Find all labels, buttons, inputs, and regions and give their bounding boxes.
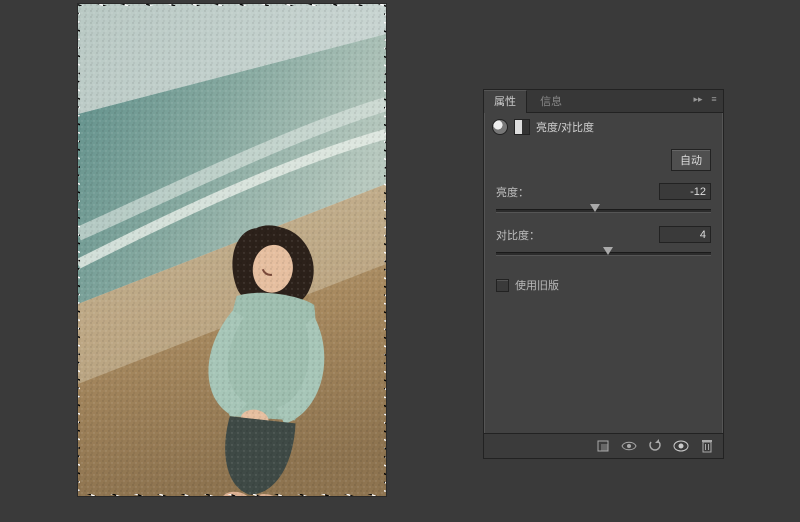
workspace: 属性 信息 ▸▸ ≡ 亮度/对比度 自动 亮度：: [0, 0, 800, 522]
tab-info[interactable]: 信息: [530, 91, 572, 113]
brightness-icon: [492, 119, 508, 135]
properties-panel: 属性 信息 ▸▸ ≡ 亮度/对比度 自动 亮度：: [483, 89, 724, 459]
contrast-value-input[interactable]: [659, 226, 711, 243]
adjustment-header: 亮度/对比度: [484, 113, 723, 141]
reset-icon[interactable]: [647, 438, 663, 454]
panel-collapse-icon[interactable]: ▸▸: [693, 94, 703, 104]
delete-icon[interactable]: [699, 438, 715, 454]
contrast-label: 对比度：: [496, 227, 544, 243]
contrast-row: 对比度：: [496, 224, 711, 245]
brightness-row: 亮度：: [496, 181, 711, 202]
panel-body: 自动 亮度： 对比度： 使用旧版: [484, 141, 723, 303]
brightness-slider[interactable]: [496, 202, 711, 218]
brightness-value-input[interactable]: [659, 183, 711, 200]
tab-properties[interactable]: 属性: [484, 90, 527, 113]
view-previous-icon[interactable]: [621, 438, 637, 454]
panel-tab-bar: 属性 信息 ▸▸ ≡: [484, 90, 723, 113]
legacy-label: 使用旧版: [515, 277, 559, 293]
legacy-checkbox[interactable]: [496, 279, 509, 292]
document-canvas[interactable]: [78, 4, 386, 496]
contrast-icon: [514, 119, 530, 135]
panel-footer: [484, 433, 723, 458]
adjustment-title: 亮度/对比度: [536, 119, 594, 135]
canvas-artwork: [78, 4, 386, 496]
visibility-icon[interactable]: [673, 438, 689, 454]
clip-to-layer-icon[interactable]: [595, 438, 611, 454]
brightness-label: 亮度：: [496, 184, 544, 200]
contrast-slider[interactable]: [496, 245, 711, 261]
legacy-row[interactable]: 使用旧版: [496, 267, 711, 303]
auto-button[interactable]: 自动: [671, 149, 711, 171]
panel-menu-icon[interactable]: ≡: [709, 94, 719, 104]
